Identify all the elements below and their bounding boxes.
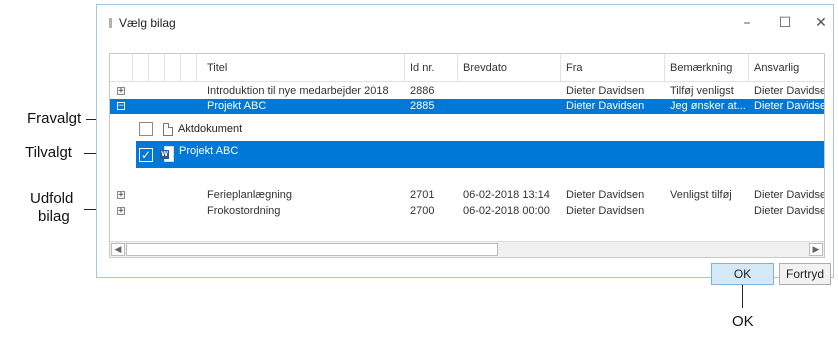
cell-from: Dieter Davidsen	[566, 205, 645, 217]
column-separator	[560, 54, 561, 81]
column-header-date[interactable]: Brevdato	[463, 62, 507, 74]
cell-from: Dieter Davidsen	[566, 100, 645, 112]
column-separator	[664, 54, 665, 81]
column-header-id[interactable]: Id nr.	[410, 62, 434, 74]
maximize-button[interactable]: ☐	[775, 13, 795, 33]
cell-id: 2701	[410, 189, 435, 201]
attachment-checkbox[interactable]	[139, 122, 153, 136]
cell-owner: Dieter Davidsen	[754, 85, 825, 97]
table-row[interactable]: + Frokostordning 2700 06-02-2018 00:00 D…	[110, 204, 824, 219]
annotation-udfold-line1: Udfold	[30, 190, 74, 207]
close-button[interactable]: ✕	[811, 13, 831, 33]
column-header-title[interactable]: Titel	[207, 62, 227, 74]
annotation-ok: OK	[732, 313, 754, 330]
table-row[interactable]: + Ferieplanlægning 2701 06-02-2018 13:14…	[110, 188, 824, 203]
cell-owner: Dieter Davidsen	[754, 205, 825, 217]
attachment-grid: Titel Id nr. Brevdato Fra Bemærkning Ans…	[109, 53, 825, 258]
horizontal-scrollbar[interactable]: ◀ ▶	[110, 241, 824, 257]
annotation-ok-line	[742, 282, 743, 308]
attachment-label: Projekt ABC	[179, 145, 239, 157]
table-row[interactable]: + Introduktion til nye medarbejder 2018 …	[110, 84, 824, 99]
document-icon	[163, 123, 173, 136]
cell-date: 06-02-2018 00:00	[463, 205, 550, 217]
attachment-label: Aktdokument	[178, 123, 243, 135]
column-header-note[interactable]: Bemærkning	[670, 62, 732, 74]
grid-header: Titel Id nr. Brevdato Fra Bemærkning Ans…	[110, 54, 824, 82]
column-separator	[148, 54, 149, 81]
annotation-fravalgt: Fravalgt	[27, 110, 82, 127]
annotation-tilvalgt: Tilvalgt	[25, 144, 72, 161]
column-separator	[196, 54, 197, 81]
table-row-selected[interactable]: − Projekt ABC 2885 Dieter Davidsen Jeg ø…	[110, 99, 824, 114]
select-attachment-dialog: Vælg bilag – ☐ ✕ Titel Id nr. Brevdato F…	[96, 4, 834, 285]
window-title: Vælg bilag	[119, 16, 176, 30]
collapse-icon[interactable]: −	[117, 102, 125, 111]
cell-note: Tilføj venligst	[670, 85, 734, 97]
scroll-right-icon[interactable]: ▶	[809, 243, 823, 256]
cell-owner: Dieter Davidsen	[754, 100, 825, 112]
cell-title: Frokostordning	[207, 205, 281, 217]
cell-id: 2885	[410, 100, 435, 112]
column-header-owner[interactable]: Ansvarlig	[754, 62, 799, 74]
cell-from: Dieter Davidsen	[566, 85, 645, 97]
cell-date: 06-02-2018 13:14	[463, 189, 550, 201]
title-bar: Vælg bilag – ☐ ✕	[97, 5, 833, 41]
attachment-item-selected[interactable]: ✓ W Projekt ABC	[136, 141, 824, 168]
expand-icon[interactable]: +	[117, 191, 125, 200]
cell-note: Jeg ønsker at...	[670, 100, 746, 112]
word-document-icon: W	[160, 146, 174, 162]
cell-id: 2886	[410, 85, 435, 97]
minimize-button[interactable]: –	[737, 13, 757, 33]
column-separator	[164, 54, 165, 81]
attachment-item[interactable]: Aktdokument	[110, 118, 824, 140]
column-separator	[404, 54, 405, 81]
cell-title: Introduktion til nye medarbejder 2018	[207, 85, 389, 97]
column-header-from[interactable]: Fra	[566, 62, 583, 74]
scrollbar-thumb[interactable]	[126, 243, 498, 256]
annotation-udfold-line2: bilag	[38, 208, 70, 225]
cell-title: Ferieplanlægning	[207, 189, 292, 201]
ok-button[interactable]: OK	[711, 263, 774, 285]
cell-note: Venligst tilføj	[670, 189, 732, 201]
column-separator	[457, 54, 458, 81]
expand-icon[interactable]: +	[117, 87, 125, 96]
app-icon	[109, 18, 112, 28]
attachment-checkbox-checked[interactable]: ✓	[139, 148, 153, 162]
column-separator	[132, 54, 133, 81]
cell-id: 2700	[410, 205, 435, 217]
cell-title: Projekt ABC	[207, 100, 267, 112]
column-separator	[180, 54, 181, 81]
cell-owner: Dieter Davidsen	[754, 189, 825, 201]
scroll-left-icon[interactable]: ◀	[111, 243, 125, 256]
cancel-button[interactable]: Fortryd	[779, 263, 831, 285]
column-separator	[748, 54, 749, 81]
expand-icon[interactable]: +	[117, 207, 125, 216]
cell-from: Dieter Davidsen	[566, 189, 645, 201]
